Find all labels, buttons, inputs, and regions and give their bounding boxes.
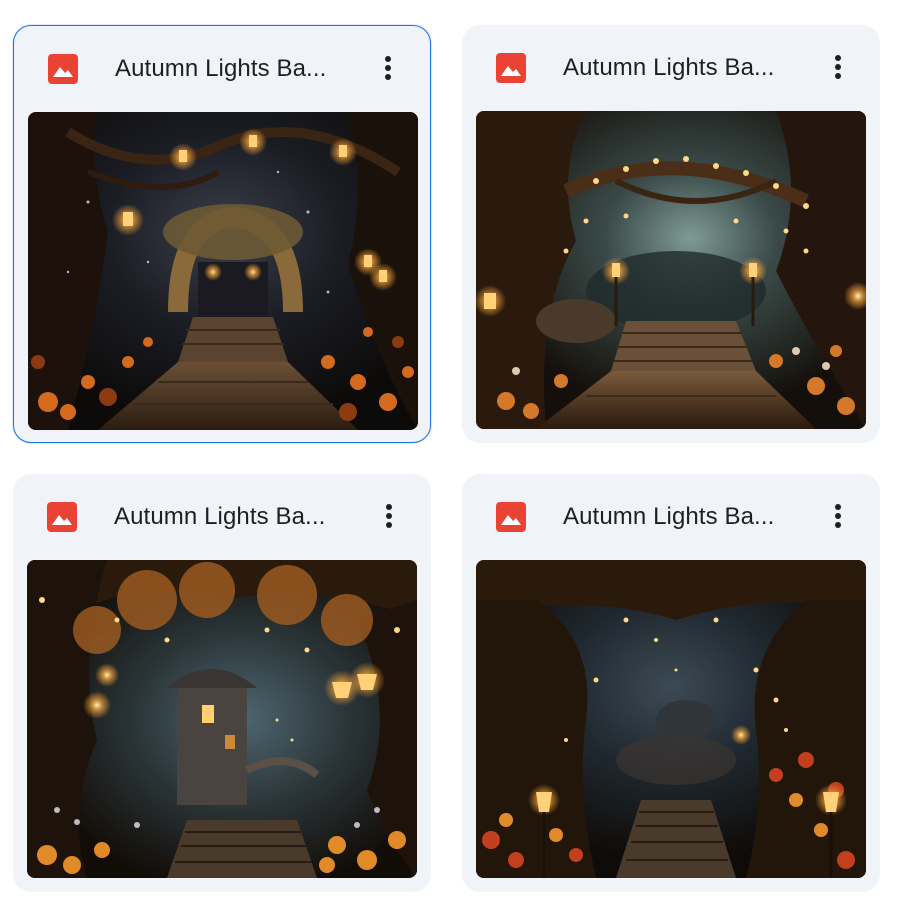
image-file-icon <box>48 54 78 84</box>
file-thumbnail[interactable] <box>27 560 417 878</box>
more-vert-icon <box>835 504 841 528</box>
more-vert-icon <box>835 55 841 79</box>
image-file-icon <box>47 502 77 532</box>
more-options-button[interactable] <box>368 48 408 88</box>
file-title: Autumn Lights Ba... <box>114 503 326 530</box>
file-title: Autumn Lights Ba... <box>115 55 327 82</box>
image-file-icon <box>496 502 526 532</box>
file-card[interactable]: Autumn Lights Ba... <box>462 25 880 443</box>
image-file-icon <box>496 53 526 83</box>
file-grid: Autumn Lights Ba... Autumn Lights Ba... … <box>0 0 898 902</box>
more-options-button[interactable] <box>818 47 858 87</box>
file-card-header: Autumn Lights Ba... <box>13 474 431 560</box>
thumbnail-image <box>28 112 418 430</box>
more-options-button[interactable] <box>818 496 858 536</box>
thumbnail-image <box>476 560 866 878</box>
file-card-header: Autumn Lights Ba... <box>14 26 430 112</box>
file-card[interactable]: Autumn Lights Ba... <box>13 474 431 892</box>
file-title: Autumn Lights Ba... <box>563 503 775 530</box>
more-vert-icon <box>385 56 391 80</box>
more-vert-icon <box>386 504 392 528</box>
thumbnail-image <box>27 560 417 878</box>
file-title: Autumn Lights Ba... <box>563 54 775 81</box>
file-card-header: Autumn Lights Ba... <box>462 474 880 560</box>
file-card[interactable]: Autumn Lights Ba... <box>462 474 880 892</box>
thumbnail-image <box>476 111 866 429</box>
file-thumbnail[interactable] <box>476 111 866 429</box>
file-card-header: Autumn Lights Ba... <box>462 25 880 111</box>
file-thumbnail[interactable] <box>28 112 418 430</box>
more-options-button[interactable] <box>369 496 409 536</box>
file-thumbnail[interactable] <box>476 560 866 878</box>
file-card[interactable]: Autumn Lights Ba... <box>13 25 431 443</box>
